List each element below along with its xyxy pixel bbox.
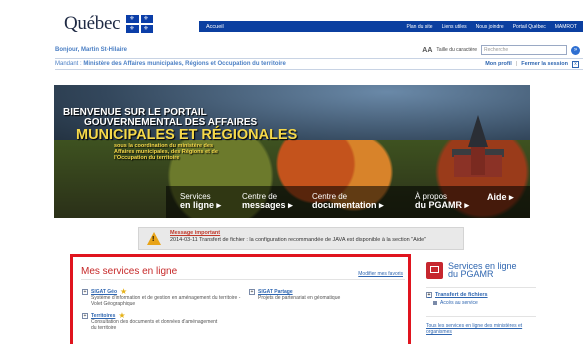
mandate-label: Mandant : (55, 61, 82, 67)
service-access-link[interactable]: Accès au service (440, 300, 478, 306)
session-links: Mon profil | Fermer la session x (485, 60, 583, 68)
mandate-value: Ministère des Affaires municipales, Régi… (83, 61, 286, 67)
warning-icon: ! (147, 232, 161, 245)
mandate-bar: Mandant : Ministère des Affaires municip… (55, 58, 583, 70)
arrow-icon: ▸ (216, 200, 222, 210)
my-profile-link[interactable]: Mon profil (485, 61, 512, 67)
mamrot-link[interactable]: MAMROT (555, 24, 577, 30)
tools: AA Taille du caractère Recherche » (422, 45, 583, 55)
expand-icon[interactable]: + (249, 289, 255, 295)
church-image (452, 115, 504, 177)
banner-subtitle: sous la coordination du ministère des Af… (114, 143, 218, 161)
site-map-link[interactable]: Plan du site (406, 24, 432, 30)
search-input[interactable]: Recherche (481, 45, 567, 55)
text-size-label[interactable]: Taille du caractère (436, 47, 477, 53)
arrow-icon: ▸ (288, 200, 293, 210)
file-transfer-link[interactable]: Transfert de fichiers (435, 292, 488, 298)
sidebar-title-bottom: du PGAMR (448, 269, 494, 279)
arrow-icon: ▸ (379, 200, 384, 210)
quebec-logo[interactable]: Québec ⚜ ⚜ ⚜ ⚜ (64, 13, 154, 35)
service-item-sigat-geo: + SIGAT Géo ★ Système d'information et d… (82, 288, 242, 307)
all-services-link[interactable]: Tous les services en ligne des ministère… (426, 316, 536, 335)
important-message-box: ! Message important 2014-03-11 Transfert… (138, 227, 464, 250)
service-item-territoires: + Territoires ★ Consultation des documen… (82, 312, 222, 331)
nav-aide[interactable]: Aide ▸ (487, 186, 527, 218)
fleurdelise-flag-icon: ⚜ ⚜ ⚜ ⚜ (126, 15, 154, 33)
expand-icon[interactable]: + (82, 289, 88, 295)
sidebar-title: Services en ligne du PGAMR (448, 262, 517, 279)
nav-label-bottom: documentation (312, 200, 377, 210)
search-go-button[interactable]: » (571, 45, 580, 55)
logout-link[interactable]: Fermer la session (521, 61, 568, 67)
text-size-icon[interactable]: AA (422, 47, 432, 54)
monitor-icon (426, 262, 443, 279)
nav-a-propos[interactable]: À propos du PGAMR ▸ (415, 186, 487, 218)
nav-label-bottom: messages (242, 200, 286, 210)
hero-banner: BIENVENUE SUR LE PORTAIL GOUVERNEMENTAL … (54, 85, 530, 218)
pgamr-services-sidebar: Services en ligne du PGAMR + Transfert d… (426, 262, 536, 335)
sidebar-header: Services en ligne du PGAMR (426, 262, 536, 279)
contact-link[interactable]: Nous joindre (476, 24, 504, 30)
top-links: Plan du site Liens utiles Nous joindre P… (406, 24, 583, 30)
nav-label-bottom: du PGAMR (415, 200, 462, 210)
user-bar: Bonjour, Martin St-Hilaire AA Taille du … (55, 44, 583, 56)
service-description: Consultation des documents et données d'… (91, 319, 218, 331)
user-greeting: Bonjour, Martin St-Hilaire (55, 47, 128, 53)
warning-glyph: ! (152, 236, 155, 243)
close-icon[interactable]: x (572, 60, 579, 68)
mandate-text: Mandant : Ministère des Affaires municip… (55, 61, 286, 67)
arrow-icon: ▸ (509, 192, 514, 202)
portail-quebec-link[interactable]: Portail Québec (513, 24, 546, 30)
separator: | (515, 61, 518, 67)
modify-favorites-link[interactable]: Modifier mes favoris (358, 271, 403, 277)
expand-icon[interactable]: + (426, 292, 432, 298)
service-access-item[interactable]: Accès au service (426, 300, 536, 306)
nav-label-bottom: en ligne (180, 200, 215, 210)
expand-icon[interactable]: + (82, 313, 88, 319)
bullet-icon (433, 301, 437, 305)
alert-text: 2014-03-11 Transfert de fichier : la con… (170, 237, 427, 243)
my-services-panel: Mes services en ligne Modifier mes favor… (70, 254, 411, 344)
banner-line-3: MUNICIPALES ET RÉGIONALES (76, 127, 298, 143)
top-navigation-bar: Accueil Plan du site Liens utiles Nous j… (199, 21, 583, 32)
home-link[interactable]: Accueil (206, 24, 224, 30)
nav-centre-documentation[interactable]: Centre de documentation ▸ (312, 186, 415, 218)
nav-centre-messages[interactable]: Centre de messages ▸ (242, 186, 312, 218)
arrow-icon: ▸ (464, 200, 470, 210)
logo-text: Québec (64, 13, 121, 34)
banner-navigation: Services en ligne ▸ Centre de messages ▸… (166, 186, 530, 218)
service-description: Projets de partenariat en géomatique (258, 295, 341, 301)
file-transfer-item[interactable]: + Transfert de fichiers (426, 292, 536, 298)
services-title: Mes services en ligne (81, 266, 178, 277)
nav-services-en-ligne[interactable]: Services en ligne ▸ (180, 186, 242, 218)
sidebar-list: + Transfert de fichiers Accès au service (426, 287, 536, 306)
services-header: Mes services en ligne Modifier mes favor… (81, 266, 405, 280)
service-item-sigat-partage: + SIGAT Partage Projets de partenariat e… (249, 289, 399, 301)
alert-title[interactable]: Message important (170, 230, 220, 236)
service-description: Système d'information et de gestion en a… (91, 295, 241, 307)
useful-links-link[interactable]: Liens utiles (442, 24, 467, 30)
nav-label-bottom: Aide (487, 192, 507, 202)
